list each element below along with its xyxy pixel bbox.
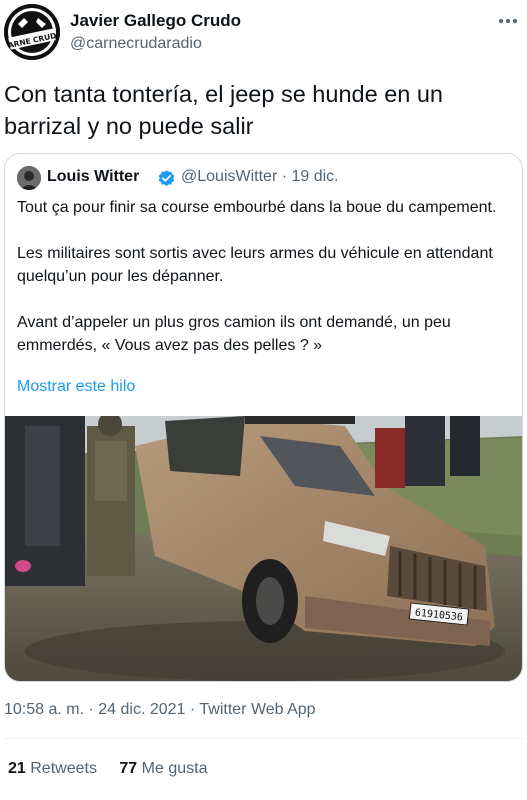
quoted-tweet-text: Tout ça pour finir sa course embourbé da… [17,196,497,380]
quoted-tweet-header: Louis Witter @LouisWitter · 19 dic. [17,166,507,190]
divider [4,738,523,739]
quoted-author-avatar [17,166,41,190]
likes-count: 77 [119,760,138,777]
quoted-handle-date: @LouisWitter · 19 dic. [181,168,339,185]
tweet-header: CARNE CRUDA Javier Gallego Crudo @carnec… [4,4,523,62]
author-display-name[interactable]: Javier Gallego Crudo [70,11,241,31]
quoted-tweet[interactable]: Louis Witter @LouisWitter · 19 dic. Tout… [4,153,523,682]
quoted-paragraph: Tout ça pour finir sa course embourbé da… [17,199,497,216]
verified-badge-icon [157,169,176,188]
likes-stat[interactable]: 77 Me gusta [119,760,207,778]
author-avatar[interactable]: CARNE CRUDA [4,4,60,60]
quoted-author-name: Louis Witter [47,168,140,185]
retweets-stat[interactable]: 21 Retweets [8,760,97,778]
likes-label: Me gusta [141,760,208,777]
tweet-text: Con tanta tontería, el jeep se hunde en … [4,81,443,139]
quoted-media-image[interactable]: 61910536 [5,412,522,681]
retweets-count: 21 [8,760,26,777]
more-icon[interactable] [497,10,519,32]
quoted-paragraph: Les militaires sont sortis avec leurs ar… [17,245,493,285]
retweets-label: Retweets [30,760,97,777]
tweet-stats: 21 Retweets 77 Me gusta [8,760,225,778]
show-thread-link[interactable]: Mostrar este hilo [17,378,135,396]
author-handle[interactable]: @carnecrudaradio [70,35,202,53]
tweet-timestamp-source[interactable]: 10:58 a. m. · 24 dic. 2021 · Twitter Web… [4,701,316,719]
quoted-paragraph: Avant d’appeler un plus gros camion ils … [17,314,451,354]
